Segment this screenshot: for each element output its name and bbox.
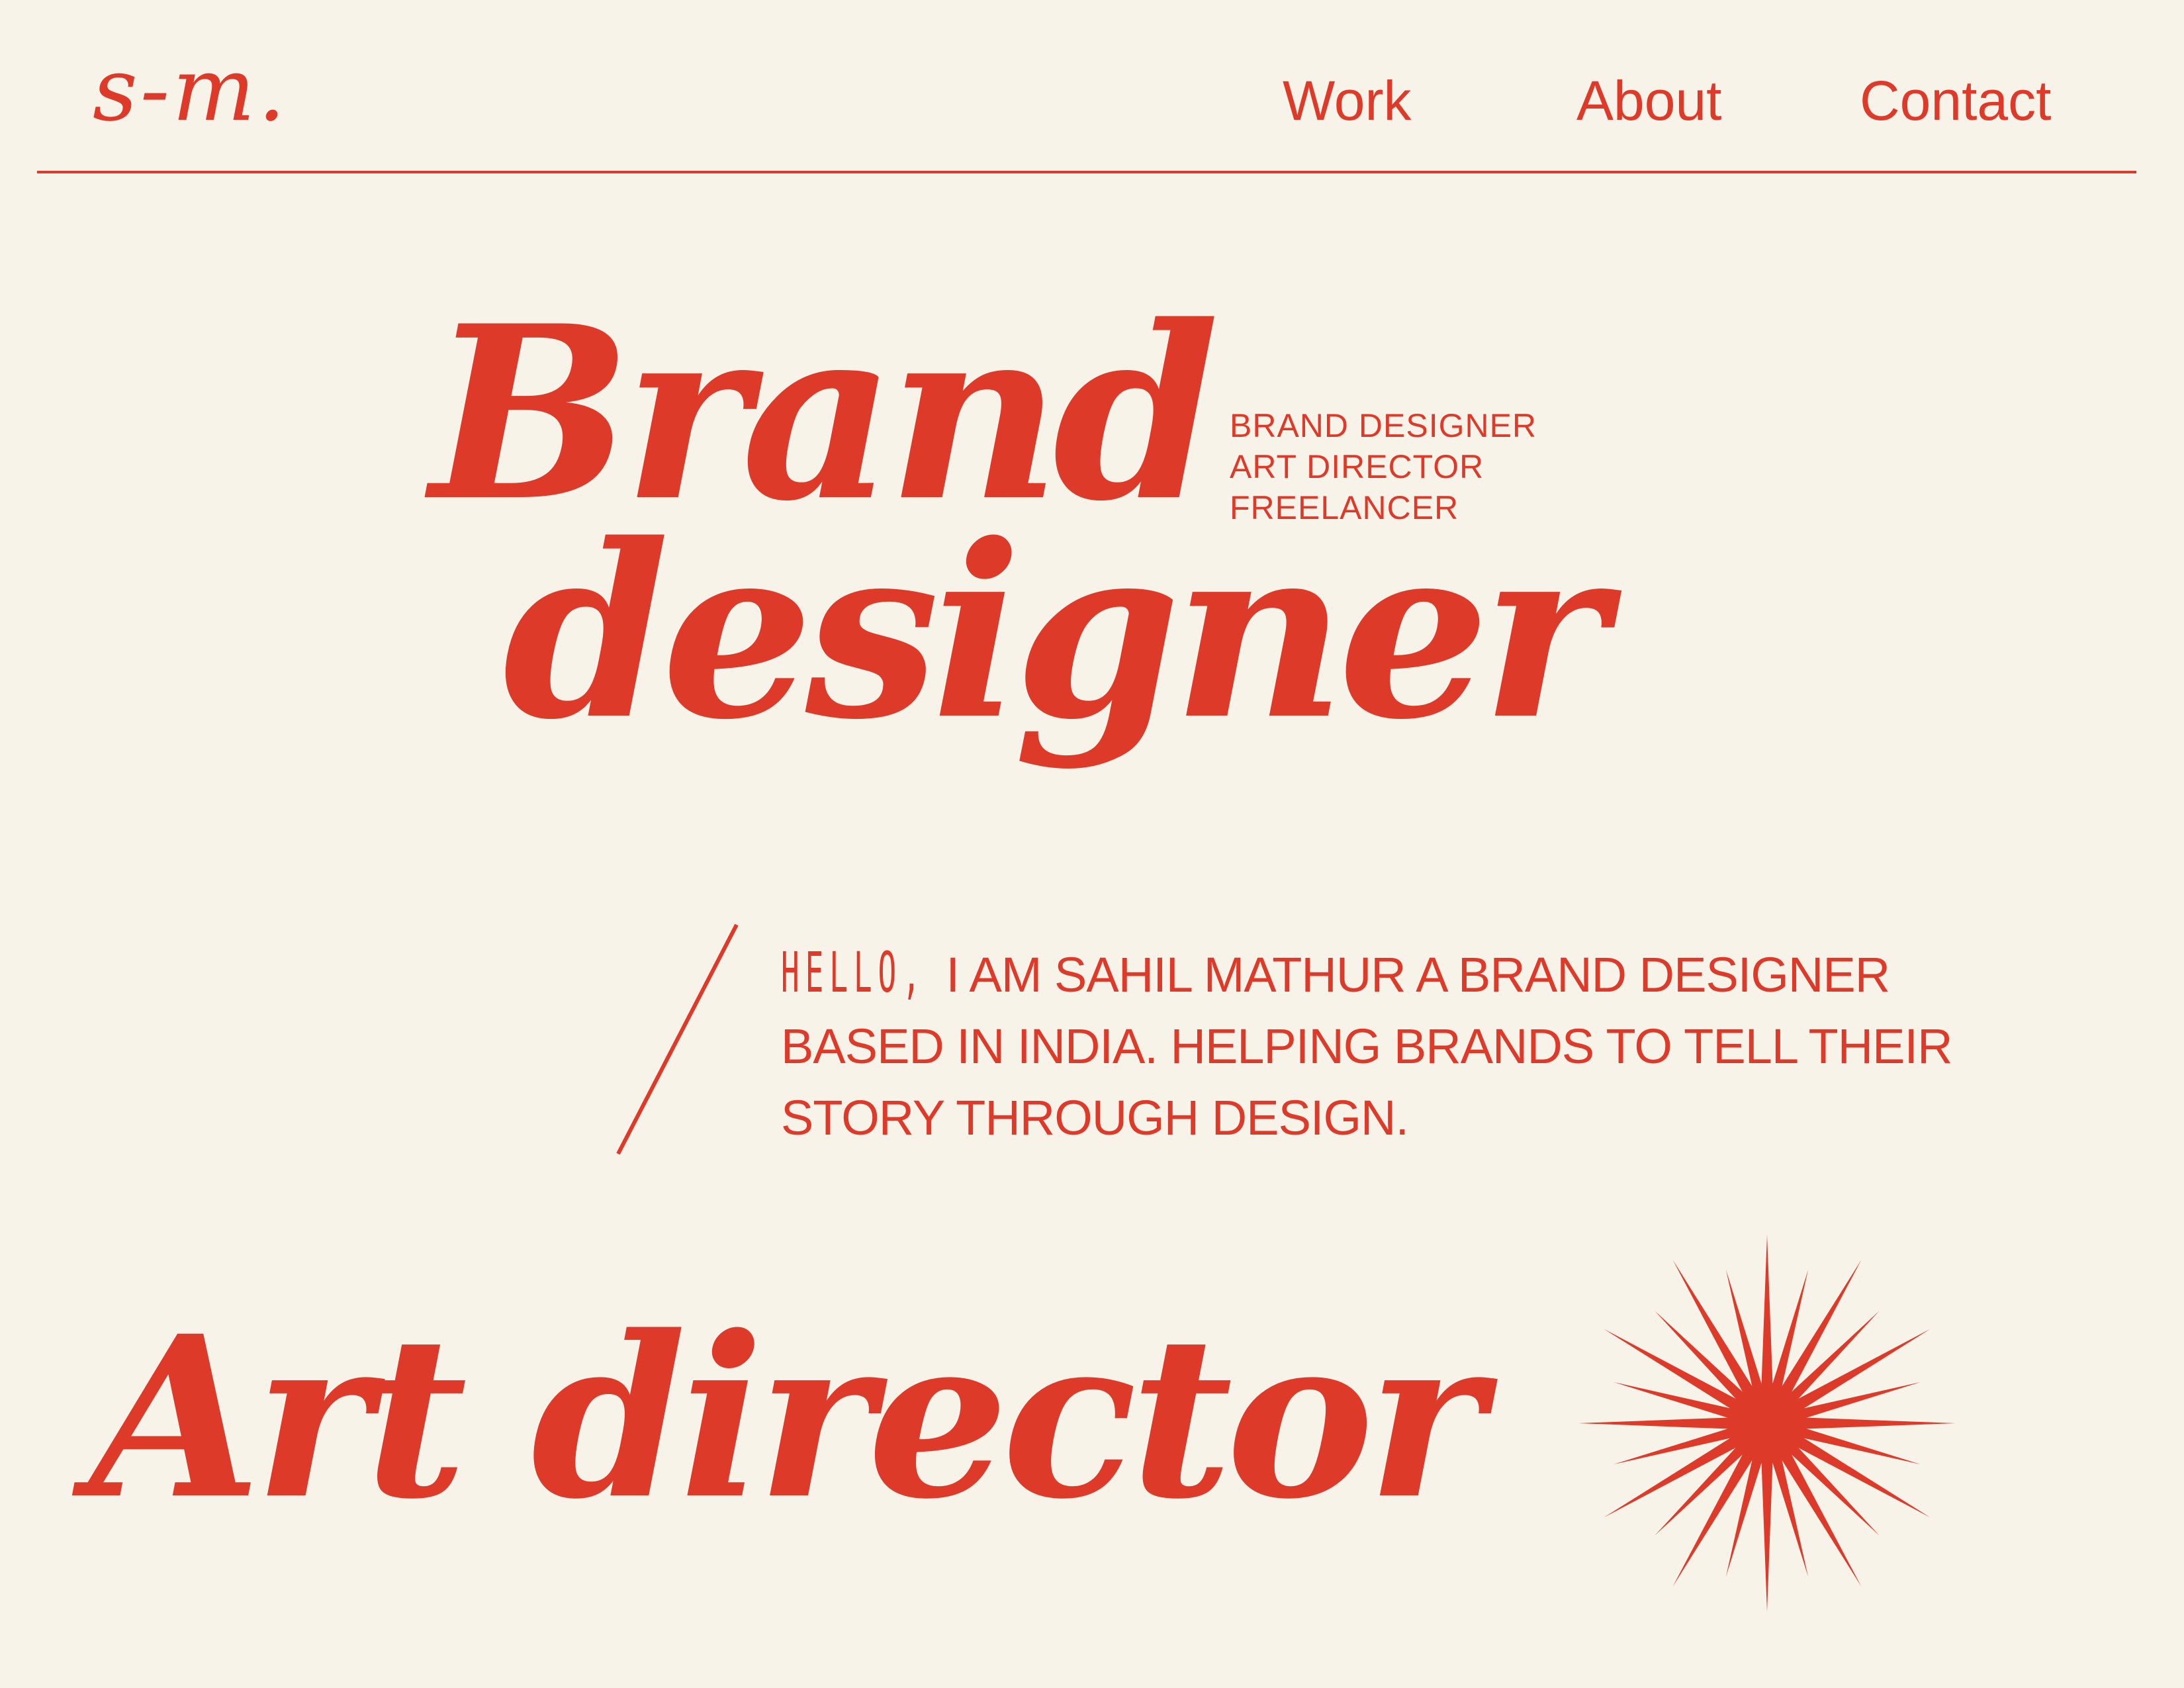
slash-divider	[616, 923, 739, 1155]
starburst-ray	[1655, 1441, 1749, 1536]
starburst-ray	[1578, 1417, 1736, 1429]
starburst-ray	[1785, 1441, 1880, 1536]
starburst-ray	[1761, 1454, 1773, 1612]
starburst-icon	[1578, 1235, 1956, 1612]
starburst-ray	[1761, 1235, 1773, 1392]
nav-contact[interactable]: Contact	[1860, 73, 2052, 128]
intro-text: I AM SAHIL MATHUR A BRAND DESIGNER BASED…	[781, 947, 1953, 1145]
hero-title-line-2: designer	[503, 492, 1607, 772]
role-item: ART DIRECTOR	[1230, 448, 1484, 485]
starburst-ray	[1785, 1311, 1880, 1405]
header-divider	[37, 171, 2136, 173]
art-director-heading: Art director	[89, 1288, 1484, 1548]
starburst-ray	[1798, 1417, 1956, 1429]
role-item: BRAND DESIGNER	[1230, 407, 1537, 444]
logo[interactable]: s-m.	[93, 46, 288, 134]
intro-greeting: HELLO,	[781, 940, 927, 1005]
role-item: FREELANCER	[1230, 489, 1459, 526]
nav-work[interactable]: Work	[1283, 73, 1411, 128]
nav-about[interactable]: About	[1576, 73, 1722, 128]
starburst-ray	[1655, 1311, 1749, 1405]
intro-paragraph: HELLO, I AM SAHIL MATHUR A BRAND DESIGNER…	[781, 937, 1972, 1154]
role-list: BRAND DESIGNER ART DIRECTOR FREELANCER	[1230, 405, 1537, 528]
